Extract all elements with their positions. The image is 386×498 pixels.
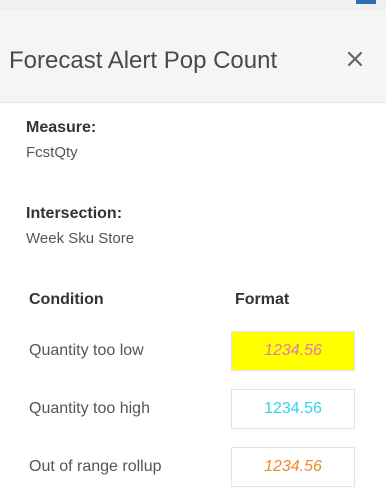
format-sample-text: 1234.56 [264, 400, 322, 417]
format-preview-low[interactable]: 1234.56 [231, 331, 355, 371]
condition-label-high: Quantity too high [29, 400, 150, 417]
dialog-title: Forecast Alert Pop Count [9, 47, 278, 74]
format-header: Format [235, 291, 290, 308]
format-preview-rollup[interactable]: 1234.56 [231, 447, 355, 487]
dialog-header: Forecast Alert Pop Count [0, 10, 386, 103]
condition-label-rollup: Out of range rollup [29, 458, 162, 475]
measure-value: FcstQty [26, 144, 78, 161]
close-button[interactable] [342, 46, 368, 72]
alert-dialog: Forecast Alert Pop Count Measure: FcstQt… [0, 0, 386, 498]
top-accent-bar [356, 0, 376, 4]
top-strip [0, 0, 386, 10]
measure-label: Measure: [26, 119, 97, 136]
format-sample-text: 1234.56 [264, 458, 322, 475]
condition-header: Condition [29, 291, 104, 308]
format-sample-text: 1234.56 [264, 342, 322, 359]
format-preview-high[interactable]: 1234.56 [231, 389, 355, 429]
intersection-value: Week Sku Store [26, 230, 135, 247]
condition-label-low: Quantity too low [29, 342, 144, 359]
intersection-label: Intersection: [26, 205, 123, 222]
close-icon [347, 51, 363, 67]
